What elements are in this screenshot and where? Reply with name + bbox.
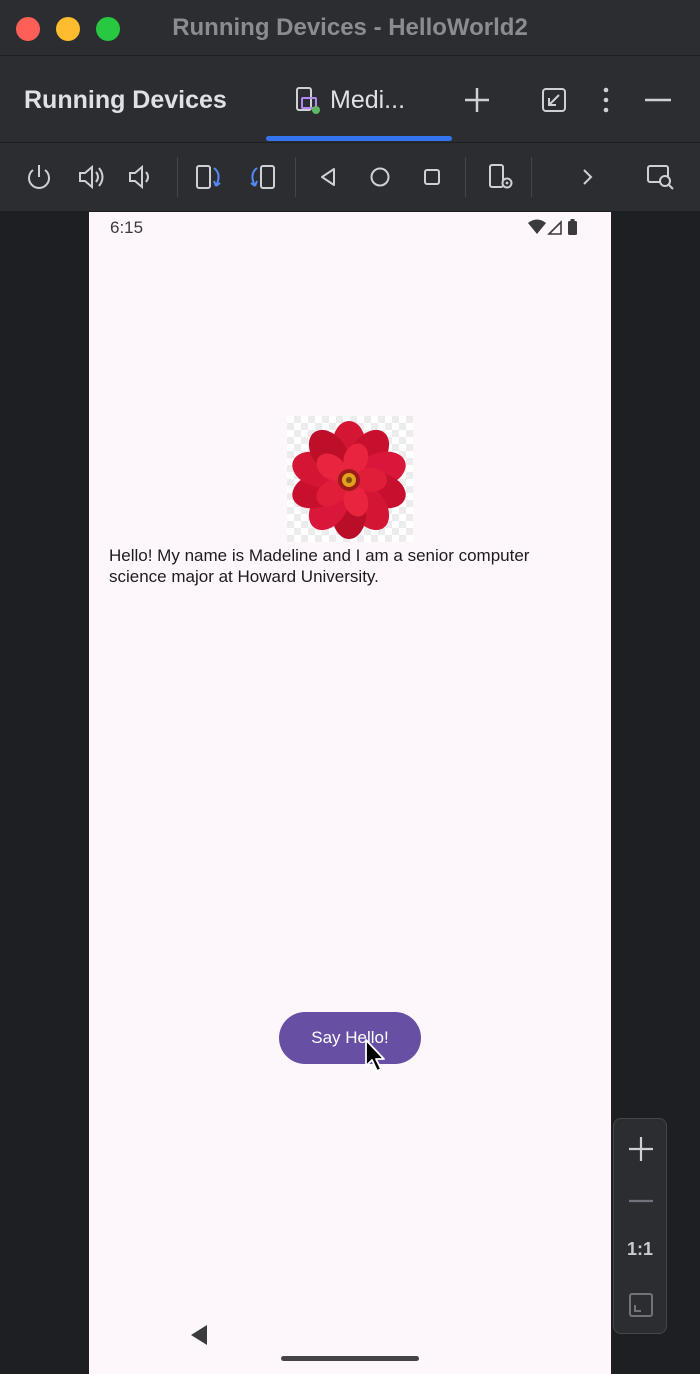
wifi-icon [528,219,546,234]
tab-label: Medi... [330,86,406,114]
device-display-area: 6:15 Hello! My name is Madeline and I am… [0,212,700,1374]
device-icon [296,87,320,114]
flower-image [287,416,413,542]
more-options-icon[interactable] [590,84,622,116]
gesture-nav-bar[interactable] [281,1356,419,1361]
nav-back-icon[interactable] [187,1322,211,1348]
status-icons [528,219,577,235]
device-toolbar [0,142,700,212]
zoom-in-icon[interactable] [625,1133,657,1165]
toolbar-separator [295,157,296,197]
window-title-bar: Running Devices - HelloWorld2 [0,0,700,56]
say-hello-button[interactable]: Say Hello! [279,1012,421,1064]
inspect-icon[interactable] [645,162,675,192]
home-icon[interactable] [365,162,395,192]
flower-icon [292,421,406,539]
add-device-icon[interactable] [461,84,493,116]
restore-layout-icon[interactable] [538,84,570,116]
volume-down-icon[interactable] [126,162,156,192]
window-title: Running Devices - HelloWorld2 [172,14,528,41]
zoom-actual-size-button[interactable]: 1:1 [614,1239,666,1260]
chevron-right-icon[interactable] [572,162,602,192]
bio-text: Hello! My name is Madeline and I am a se… [109,546,530,586]
tool-window-header: Running Devices Medi... [0,56,700,142]
status-bar-time: 6:15 [110,218,144,237]
active-tab-indicator [266,136,452,141]
zoom-fit-icon[interactable] [625,1289,657,1321]
zoom-out-icon[interactable] [625,1185,657,1217]
toolbar-separator [465,157,466,197]
signal-icon [547,220,562,235]
zoom-controls: 1:1 [613,1118,667,1334]
panel-title: Running Devices [24,86,227,114]
hide-panel-icon[interactable] [642,84,674,116]
device-screen[interactable]: 6:15 Hello! My name is Madeline and I am… [89,212,611,1374]
volume-up-icon[interactable] [76,162,106,192]
rotate-right-icon[interactable] [247,162,277,192]
device-settings-icon[interactable] [486,162,516,192]
overview-icon[interactable] [417,162,447,192]
battery-icon [568,221,577,235]
rotate-left-icon[interactable] [194,162,224,192]
toolbar-separator [531,157,532,197]
mouse-cursor-icon [365,1039,385,1072]
toolbar-separator [177,157,178,197]
power-icon[interactable] [24,162,54,192]
back-icon[interactable] [313,162,343,192]
tab-device[interactable]: Medi... [266,56,452,142]
